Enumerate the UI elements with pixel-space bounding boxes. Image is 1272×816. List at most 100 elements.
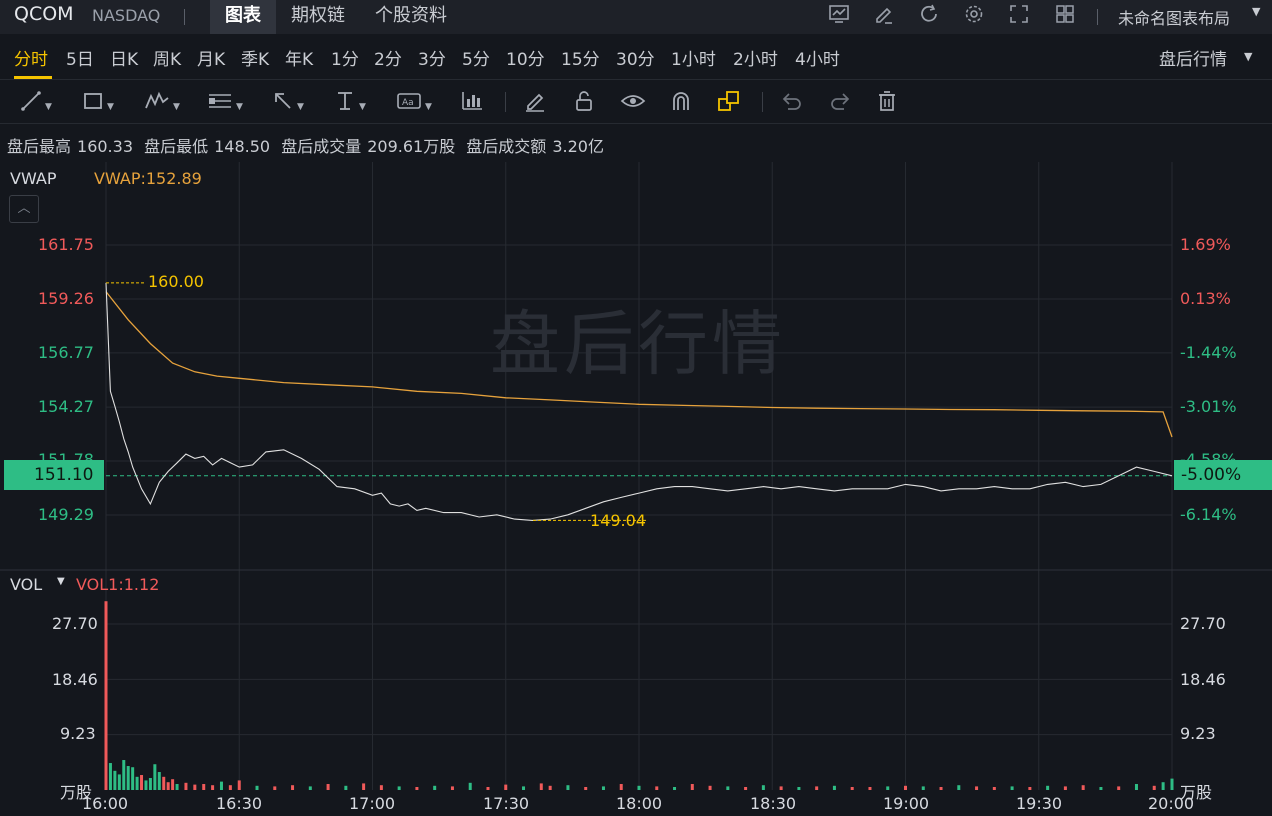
volume-bar bbox=[433, 785, 437, 790]
time-tick: 16:00 bbox=[82, 794, 129, 813]
price-tick: 149.29 bbox=[38, 505, 94, 524]
volume-bar bbox=[1099, 787, 1103, 790]
volume-bar bbox=[921, 786, 925, 790]
vol-tick: 18.46 bbox=[52, 670, 98, 689]
volume-bar bbox=[211, 785, 215, 790]
volume-bar bbox=[162, 776, 166, 790]
volume-bar bbox=[175, 784, 179, 790]
volume-bar bbox=[1063, 786, 1067, 790]
volume-bar bbox=[1010, 786, 1014, 790]
vol-value: VOL1:1.12 bbox=[76, 575, 160, 594]
pct-tick: 0.13% bbox=[1180, 289, 1231, 308]
volume-bar bbox=[237, 780, 241, 790]
volume-bar bbox=[815, 786, 819, 790]
chevron-down-icon[interactable]: ▼ bbox=[57, 576, 65, 587]
volume-bar bbox=[291, 785, 295, 790]
time-tick: 17:30 bbox=[483, 794, 530, 813]
volume-bar bbox=[1117, 786, 1121, 790]
volume-bar bbox=[144, 780, 148, 790]
volume-bar bbox=[1028, 787, 1032, 790]
volume-bar bbox=[140, 775, 144, 790]
volume-bar bbox=[202, 784, 206, 790]
volume-bar bbox=[126, 766, 130, 790]
volume-bar bbox=[584, 787, 588, 790]
vwap-value: VWAP:152.89 bbox=[94, 169, 202, 188]
volume-bar bbox=[992, 787, 996, 790]
price-tick: 154.27 bbox=[38, 397, 94, 416]
volume-bar bbox=[904, 785, 907, 790]
price-tick: 159.26 bbox=[38, 289, 94, 308]
price-tick: 161.75 bbox=[38, 235, 94, 254]
volume-bar bbox=[131, 767, 135, 790]
time-tick: 18:00 bbox=[616, 794, 663, 813]
volume-bar bbox=[362, 783, 366, 790]
volume-bar bbox=[344, 785, 348, 790]
volume-bar bbox=[468, 782, 472, 790]
volume-bar bbox=[539, 783, 543, 790]
volume-bar bbox=[1081, 785, 1085, 790]
price-indicator-name[interactable]: VWAP bbox=[10, 169, 56, 188]
volume-bar bbox=[637, 785, 641, 790]
volume-bar bbox=[273, 786, 277, 790]
price-tick: 156.77 bbox=[38, 343, 94, 362]
volume-bar bbox=[1152, 785, 1156, 790]
vol-tick: 9.23 bbox=[1180, 724, 1216, 743]
volume-bar bbox=[619, 784, 623, 790]
pct-tick: -3.01% bbox=[1180, 397, 1237, 416]
volume-bar bbox=[184, 782, 188, 790]
session-watermark: 盘后行情 bbox=[490, 303, 786, 385]
time-tick: 17:00 bbox=[349, 794, 396, 813]
current-pct-tag: -5.00% bbox=[1174, 460, 1272, 490]
volume-bar bbox=[113, 770, 117, 790]
volume-bar bbox=[886, 786, 890, 790]
volume-bar bbox=[522, 786, 526, 790]
volume-bar bbox=[122, 760, 126, 790]
collapse-icon[interactable]: ︿ bbox=[9, 195, 39, 223]
volume-bar bbox=[326, 784, 330, 790]
volume-bar bbox=[157, 772, 161, 790]
volume-bar bbox=[1046, 785, 1050, 790]
volume-bar bbox=[415, 787, 419, 790]
current-price-tag: 151.10 bbox=[4, 460, 104, 490]
volume-bar bbox=[135, 776, 139, 790]
volume-bar bbox=[1134, 784, 1138, 790]
volume-bar bbox=[308, 786, 312, 790]
pct-tick: -1.44% bbox=[1180, 343, 1237, 362]
volume-bar bbox=[939, 787, 943, 790]
volume-bar bbox=[153, 764, 157, 790]
time-tick: 19:00 bbox=[883, 794, 930, 813]
price-volume-chart[interactable] bbox=[0, 0, 1272, 816]
volume-bar bbox=[548, 785, 552, 790]
volume-indicator-name[interactable]: VOL bbox=[10, 575, 42, 594]
volume-bar bbox=[744, 787, 748, 790]
time-tick: 16:30 bbox=[216, 794, 263, 813]
pct-tick: -6.14% bbox=[1180, 505, 1237, 524]
volume-bar bbox=[255, 785, 259, 790]
vol-tick: 27.70 bbox=[1180, 614, 1226, 633]
volume-bar bbox=[690, 784, 694, 790]
volume-bar bbox=[379, 785, 383, 790]
volume-bar bbox=[171, 779, 175, 790]
volume-bar bbox=[566, 785, 570, 790]
volume-bar bbox=[1170, 778, 1174, 790]
volume-bar bbox=[957, 785, 961, 790]
time-tick: 20:00 bbox=[1148, 794, 1195, 813]
volume-bar bbox=[673, 787, 677, 790]
volume-bar bbox=[868, 787, 872, 790]
volume-bar bbox=[761, 785, 765, 790]
volume-bar bbox=[832, 785, 836, 790]
high-marker-label: 160.00 bbox=[148, 272, 204, 291]
volume-bar bbox=[219, 781, 223, 790]
volume-bar bbox=[726, 786, 730, 790]
volume-bar bbox=[797, 787, 801, 790]
time-tick: 18:30 bbox=[750, 794, 797, 813]
volume-bar bbox=[655, 786, 659, 790]
volume-bar bbox=[601, 786, 605, 790]
volume-bar bbox=[504, 784, 508, 790]
vol-tick: 18.46 bbox=[1180, 670, 1226, 689]
volume-bar bbox=[1161, 782, 1165, 790]
volume-bar bbox=[104, 601, 108, 790]
volume-bar bbox=[228, 785, 232, 790]
volume-bar bbox=[148, 778, 152, 790]
volume-bar bbox=[166, 782, 170, 790]
